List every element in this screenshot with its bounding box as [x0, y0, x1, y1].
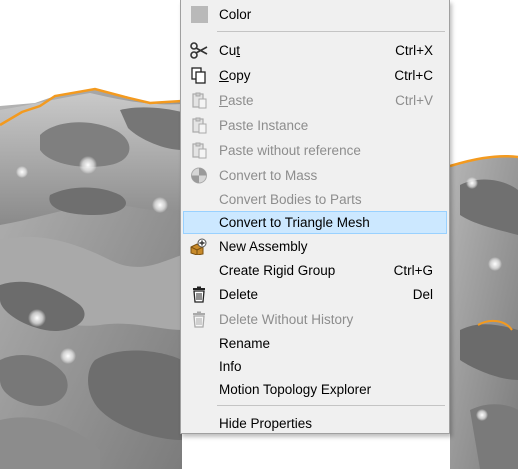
context-menu: Color Cut Ctrl+X Copy Ctrl+C Paste Ctrl+… [180, 0, 450, 434]
clipboard-icon [190, 117, 208, 134]
clipboard-icon [190, 142, 208, 159]
menu-item-label: Info [219, 359, 242, 374]
menu-item-paste[interactable]: Paste Ctrl+V [183, 89, 447, 112]
menu-item-shortcut: Ctrl+C [394, 68, 433, 83]
menu-item-hide-properties[interactable]: Hide Properties [183, 412, 447, 435]
menu-item-label: Cut [219, 43, 241, 58]
trash-icon [190, 286, 208, 303]
menu-separator [217, 405, 445, 406]
menu-item-cut[interactable]: Cut Ctrl+X [183, 39, 447, 62]
menu-item-motion-topology-explorer[interactable]: Motion Topology Explorer [183, 378, 447, 401]
menu-item-create-rigid-group[interactable]: Create Rigid Group Ctrl+G [183, 259, 447, 282]
menu-item-label: Paste [219, 93, 254, 108]
menu-item-label: Paste without reference [219, 143, 361, 158]
menu-item-color[interactable]: Color [183, 3, 447, 26]
color-swatch-icon [190, 6, 208, 23]
menu-item-convert-bodies-to-parts[interactable]: Convert Bodies to Parts [183, 188, 447, 211]
menu-item-shortcut: Ctrl+V [395, 93, 433, 108]
menu-item-label: Convert to Mass [219, 168, 318, 183]
menu-item-info[interactable]: Info [183, 355, 447, 378]
menu-item-label: Convert to Triangle Mesh [219, 215, 370, 230]
menu-item-label: Delete Without History [219, 312, 354, 327]
menu-item-label: Rename [219, 336, 271, 351]
menu-item-copy[interactable]: Copy Ctrl+C [183, 64, 447, 87]
scissors-icon [190, 42, 208, 59]
new-assembly-icon [190, 238, 208, 256]
menu-item-shortcut: Del [412, 287, 433, 302]
menu-item-shortcut: Ctrl+X [395, 43, 433, 58]
menu-item-delete-without-history[interactable]: Delete Without History [183, 308, 447, 331]
menu-item-label: Motion Topology Explorer [219, 382, 372, 397]
menu-separator [217, 31, 445, 32]
menu-item-label: Delete [219, 287, 259, 302]
menu-item-delete[interactable]: Delete Del [183, 283, 447, 306]
menu-item-label: Create Rigid Group [219, 263, 336, 278]
menu-item-label: Convert Bodies to Parts [219, 192, 362, 207]
menu-item-convert-to-triangle-mesh[interactable]: Convert to Triangle Mesh [183, 211, 447, 234]
menu-item-label: Color [219, 7, 252, 22]
menu-item-convert-to-mass[interactable]: Convert to Mass [183, 164, 447, 187]
menu-item-rename[interactable]: Rename [183, 332, 447, 355]
menu-item-label: Copy [219, 68, 251, 83]
copy-icon [190, 67, 208, 84]
clipboard-icon [190, 92, 208, 109]
menu-item-label: New Assembly [219, 239, 308, 254]
mass-icon [190, 167, 208, 184]
menu-item-label: Hide Properties [219, 416, 313, 431]
menu-item-paste-without-reference[interactable]: Paste without reference [183, 139, 447, 162]
menu-item-label: Paste Instance [219, 118, 309, 133]
menu-item-shortcut: Ctrl+G [393, 263, 433, 278]
menu-item-paste-instance[interactable]: Paste Instance [183, 114, 447, 137]
trash-icon [190, 311, 208, 328]
menu-item-new-assembly[interactable]: New Assembly [183, 235, 447, 258]
